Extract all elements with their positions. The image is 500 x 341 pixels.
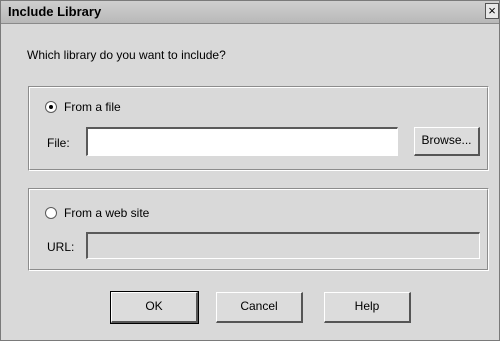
url-input[interactable]	[86, 232, 480, 259]
close-icon: ×	[488, 3, 496, 18]
from-web-option[interactable]: From a web site	[45, 206, 149, 220]
file-path-input[interactable]	[86, 127, 398, 156]
close-button[interactable]: ×	[485, 3, 499, 19]
cancel-button[interactable]: Cancel	[216, 292, 303, 323]
browse-button[interactable]: Browse...	[414, 127, 480, 156]
from-web-radio[interactable]	[45, 207, 57, 219]
ok-button[interactable]: OK	[110, 291, 199, 324]
include-library-dialog: Include Library × Which library do you w…	[0, 0, 500, 341]
help-button[interactable]: Help	[324, 292, 411, 323]
from-file-label: From a file	[64, 100, 121, 114]
prompt-text: Which library do you want to include?	[27, 48, 226, 62]
title-bar[interactable]: Include Library ×	[1, 1, 499, 24]
file-source-group: From a file File: Browse...	[28, 86, 489, 171]
dialog-title: Include Library	[8, 4, 102, 19]
from-file-option[interactable]: From a file	[45, 100, 121, 114]
from-web-label: From a web site	[64, 206, 150, 220]
from-file-radio[interactable]	[45, 101, 57, 113]
web-source-group: From a web site URL:	[28, 188, 489, 271]
url-label: URL:	[47, 240, 75, 254]
file-label: File:	[47, 136, 70, 150]
